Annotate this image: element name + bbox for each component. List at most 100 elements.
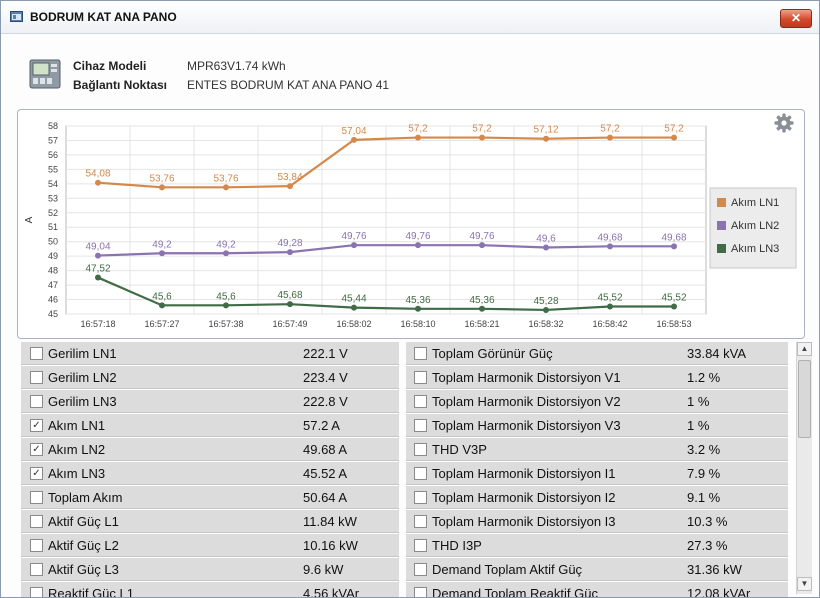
data-label: 45,36 bbox=[469, 295, 494, 306]
row-checkbox[interactable] bbox=[414, 491, 427, 504]
data-point bbox=[415, 134, 421, 141]
grid-row[interactable]: Toplam Akım 50.64 A bbox=[21, 486, 399, 509]
row-value: 57.2 A bbox=[303, 418, 340, 433]
row-checkbox[interactable] bbox=[414, 539, 427, 552]
row-checkbox[interactable]: ✓ bbox=[30, 419, 43, 432]
row-checkbox[interactable] bbox=[30, 563, 43, 576]
row-value: 12.08 kVAr bbox=[687, 586, 751, 597]
legend-label: Akım LN1 bbox=[731, 197, 779, 209]
data-label: 57,2 bbox=[664, 124, 684, 135]
row-checkbox[interactable] bbox=[414, 587, 427, 597]
data-point bbox=[95, 274, 101, 281]
data-point bbox=[479, 134, 485, 141]
row-checkbox[interactable]: ✓ bbox=[30, 467, 43, 480]
row-label: Reaktif Güç L1 bbox=[48, 586, 134, 597]
row-label: Aktif Güç L3 bbox=[48, 562, 119, 577]
data-label: 53,76 bbox=[213, 173, 238, 184]
y-tick-label: 53 bbox=[48, 193, 58, 203]
row-value: 222.1 V bbox=[303, 346, 348, 361]
data-point bbox=[479, 305, 485, 312]
y-tick-label: 50 bbox=[48, 237, 58, 247]
row-value: 45.52 A bbox=[303, 466, 348, 481]
row-value: 1 % bbox=[687, 394, 710, 409]
row-label: THD I3P bbox=[432, 538, 482, 553]
x-tick-label: 16:57:49 bbox=[272, 319, 307, 329]
grid-row[interactable]: ✓ Akım LN3 45.52 A bbox=[21, 462, 399, 485]
legend-swatch bbox=[717, 198, 726, 207]
row-checkbox[interactable] bbox=[414, 515, 427, 528]
data-point bbox=[671, 303, 677, 310]
data-label: 49,6 bbox=[536, 233, 556, 244]
grid-row[interactable]: Gerilim LN3 222.8 V bbox=[21, 390, 399, 413]
grid-row[interactable]: Toplam Harmonik Distorsiyon V2 1 % bbox=[406, 390, 788, 413]
row-checkbox[interactable] bbox=[414, 371, 427, 384]
grid-row[interactable]: Toplam Harmonik Distorsiyon I2 9.1 % bbox=[406, 486, 788, 509]
data-point bbox=[479, 242, 485, 249]
row-checkbox[interactable] bbox=[414, 419, 427, 432]
row-checkbox[interactable] bbox=[414, 467, 427, 480]
grid-row[interactable]: Demand Toplam Aktif Güç 31.36 kW bbox=[406, 558, 788, 581]
data-point bbox=[95, 179, 101, 186]
row-label: Toplam Harmonik Distorsiyon I3 bbox=[432, 514, 616, 529]
row-label: Toplam Harmonik Distorsiyon V2 bbox=[432, 394, 621, 409]
data-label: 49,76 bbox=[469, 231, 494, 242]
x-tick-label: 16:58:02 bbox=[336, 319, 371, 329]
row-checkbox[interactable] bbox=[30, 395, 43, 408]
row-label: Akım LN3 bbox=[48, 466, 106, 481]
grid-row[interactable]: Toplam Harmonik Distorsiyon V1 1.2 % bbox=[406, 366, 788, 389]
data-point bbox=[223, 184, 229, 191]
grid-row[interactable]: Demand Toplam Reaktif Güç 12.08 kVAr bbox=[406, 582, 788, 597]
gear-icon[interactable] bbox=[774, 113, 794, 133]
row-checkbox[interactable] bbox=[414, 395, 427, 408]
row-checkbox[interactable] bbox=[30, 515, 43, 528]
close-button[interactable]: ✕ bbox=[780, 9, 812, 28]
data-point bbox=[351, 242, 357, 249]
grid-row[interactable]: ✓ Akım LN2 49.68 A bbox=[21, 438, 399, 461]
title-bar: BODRUM KAT ANA PANO ✕ bbox=[1, 1, 819, 34]
grid-row[interactable]: Toplam Harmonik Distorsiyon I1 7.9 % bbox=[406, 462, 788, 485]
grid-row[interactable]: THD V3P 3.2 % bbox=[406, 438, 788, 461]
row-checkbox[interactable] bbox=[414, 563, 427, 576]
x-tick-label: 16:58:53 bbox=[656, 319, 691, 329]
row-checkbox[interactable] bbox=[30, 347, 43, 360]
row-label: Toplam Harmonik Distorsiyon I1 bbox=[432, 466, 616, 481]
row-checkbox[interactable] bbox=[414, 347, 427, 360]
data-point bbox=[607, 243, 613, 250]
row-checkbox[interactable] bbox=[30, 491, 43, 504]
data-label: 49,04 bbox=[85, 242, 110, 253]
row-label: Toplam Harmonik Distorsiyon V3 bbox=[432, 418, 621, 433]
grid-row[interactable]: Reaktif Güç L1 4.56 kVAr bbox=[21, 582, 399, 597]
row-checkbox[interactable] bbox=[30, 371, 43, 384]
scroll-down-button[interactable]: ▼ bbox=[797, 577, 812, 591]
grid-row[interactable]: THD I3P 27.3 % bbox=[406, 534, 788, 557]
data-point bbox=[671, 243, 677, 250]
grid-row[interactable]: Aktif Güç L3 9.6 kW bbox=[21, 558, 399, 581]
row-checkbox[interactable] bbox=[30, 539, 43, 552]
grid-row[interactable]: Aktif Güç L1 11.84 kW bbox=[21, 510, 399, 533]
y-tick-label: 57 bbox=[48, 135, 58, 145]
data-label: 47,52 bbox=[85, 264, 110, 275]
grid-row[interactable]: Toplam Harmonik Distorsiyon I3 10.3 % bbox=[406, 510, 788, 533]
grid-row[interactable]: Toplam Görünür Güç 33.84 kVA bbox=[406, 342, 788, 365]
row-value: 4.56 kVAr bbox=[303, 586, 360, 597]
row-checkbox[interactable] bbox=[30, 587, 43, 597]
grid-row[interactable]: Aktif Güç L2 10.16 kW bbox=[21, 534, 399, 557]
y-axis-label: A bbox=[24, 216, 35, 223]
close-icon: ✕ bbox=[790, 11, 802, 25]
grid-row[interactable]: Gerilim LN1 222.1 V bbox=[21, 342, 399, 365]
row-label: Gerilim LN3 bbox=[48, 394, 117, 409]
scroll-thumb[interactable] bbox=[798, 360, 811, 438]
data-point bbox=[159, 250, 165, 257]
grid-row[interactable]: Toplam Harmonik Distorsiyon V3 1 % bbox=[406, 414, 788, 437]
vertical-scrollbar[interactable]: ▲ ▼ bbox=[796, 342, 812, 594]
row-value: 10.3 % bbox=[687, 514, 728, 529]
data-label: 49,2 bbox=[216, 239, 236, 250]
grid-row[interactable]: Gerilim LN2 223.4 V bbox=[21, 366, 399, 389]
legend-label: Akım LN3 bbox=[731, 243, 779, 255]
grid-row[interactable]: ✓ Akım LN1 57.2 A bbox=[21, 414, 399, 437]
row-checkbox[interactable]: ✓ bbox=[30, 443, 43, 456]
scroll-up-button[interactable]: ▲ bbox=[797, 342, 812, 356]
row-checkbox[interactable] bbox=[414, 443, 427, 456]
x-tick-label: 16:58:42 bbox=[592, 319, 627, 329]
row-value: 27.3 % bbox=[687, 538, 728, 553]
